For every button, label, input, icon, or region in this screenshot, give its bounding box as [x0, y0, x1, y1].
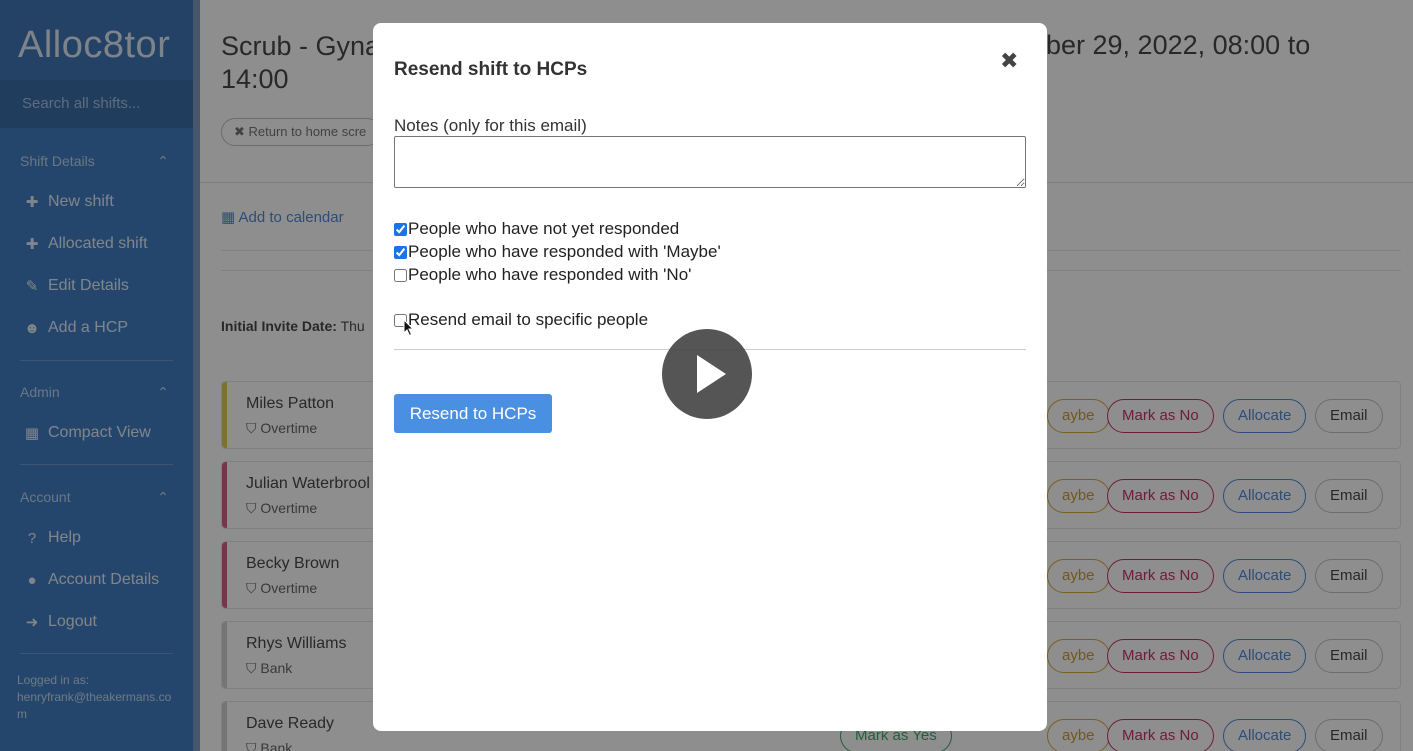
- close-icon[interactable]: ✖: [1000, 48, 1018, 74]
- checkbox-responded-no-input[interactable]: [394, 268, 407, 282]
- checkbox-not-responded[interactable]: People who have not yet responded: [394, 219, 679, 239]
- mouse-cursor-icon: [403, 319, 415, 337]
- checkbox-specific-people[interactable]: Resend email to specific people: [394, 310, 648, 330]
- checkbox-label: People who have not yet responded: [408, 219, 680, 238]
- notes-label: Notes (only for this email): [394, 116, 587, 135]
- checkbox-label: People who have responded with 'No': [408, 265, 692, 284]
- notes-field[interactable]: [394, 136, 1026, 188]
- play-button[interactable]: [662, 329, 752, 419]
- modal-title: Resend shift to HCPs: [394, 59, 588, 80]
- checkbox-responded-no[interactable]: People who have responded with 'No': [394, 265, 691, 285]
- resend-to-hcps-button[interactable]: Resend to HCPs: [394, 394, 552, 433]
- checkbox-not-responded-input[interactable]: [394, 222, 407, 236]
- checkbox-label: People who have responded with 'Maybe': [408, 242, 721, 261]
- play-icon: [697, 355, 726, 393]
- checkbox-label: Resend email to specific people: [408, 310, 649, 329]
- checkbox-responded-maybe-input[interactable]: [394, 245, 407, 259]
- checkbox-responded-maybe[interactable]: People who have responded with 'Maybe': [394, 242, 721, 262]
